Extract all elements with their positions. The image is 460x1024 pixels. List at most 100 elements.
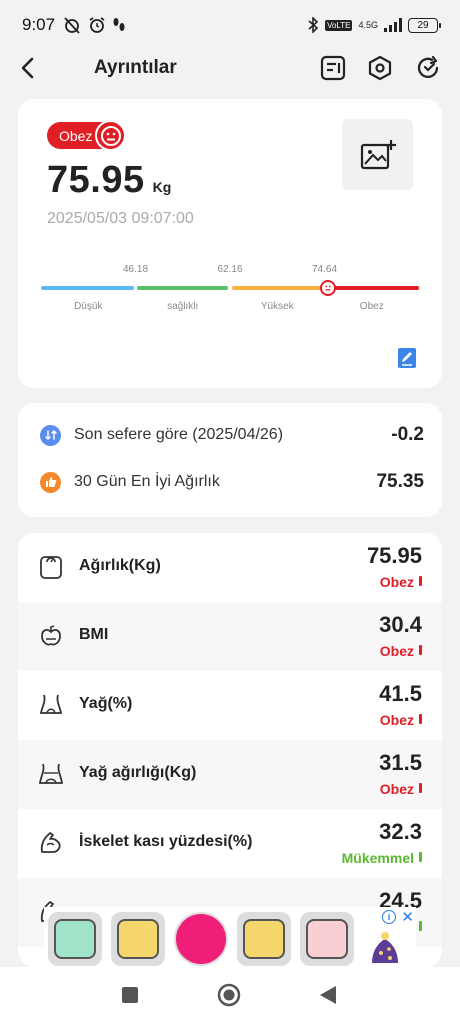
ad-close-icon[interactable]: ✕ [401,908,414,926]
metric-status-bar [419,783,422,793]
metric-status: Mükemmel [341,850,414,866]
add-photo-button[interactable] [342,119,413,190]
settings-button[interactable] [365,53,395,83]
steps-icon [113,18,125,31]
volte-indicator: VoLTE [325,19,353,31]
hexagon-settings-icon [368,55,392,81]
edit-icon [398,348,416,368]
muscle-icon [38,829,64,857]
bluetooth-icon [308,17,319,33]
ad-product-fill [243,919,285,959]
metric-label: BMI [79,626,109,643]
ad-product[interactable] [237,912,291,966]
compare-value: -0.2 [391,424,424,445]
battery-level: 29 [417,19,429,31]
report-icon [320,55,346,81]
refresh-icon [417,55,439,78]
metric-status-bar [419,921,422,931]
scale-segment-healthy [137,286,229,290]
nav-recents-button[interactable] [118,983,142,1007]
ad-product[interactable] [111,912,165,966]
battery-icon: 29 [408,17,441,33]
marker-face-icon [324,285,331,291]
scale-label: Yüksek [260,301,294,312]
refresh-button[interactable] [413,53,443,83]
alarm-icon [89,17,105,33]
scale-label: sağlıklı [167,301,199,312]
scale-marker [319,280,336,296]
metric-value: 31.5 [379,750,422,775]
metric-value: 30.4 [379,612,422,637]
alarm-off-icon [64,17,80,34]
nav-home-button[interactable] [217,983,241,1007]
metric-status: Obez [379,781,414,797]
metric-value: 41.5 [379,681,422,706]
metric-row-fat-weight[interactable]: Yağ ağırlığı(Kg) 31.5 Obez [18,740,442,809]
metric-status-bar [419,645,422,655]
compare-value: 75.35 [376,471,424,492]
scale-label: Düşük [74,301,103,312]
scale-threshold: 74.64 [311,264,338,275]
metric-row-fat[interactable]: Yağ(%) 41.5 Obez [18,671,442,740]
status-badge: Obez [47,120,127,151]
ad-info-icon[interactable]: i [382,910,396,924]
metric-status: Obez [379,643,414,659]
app-header: Ayrıntılar [0,50,460,86]
scale-label: Obez [359,301,384,312]
neutral-face-icon [95,120,127,151]
add-image-icon [360,139,396,169]
scale-segment-high [231,286,323,290]
circle-home-icon [217,983,241,1007]
bmi-icon [38,622,64,650]
metric-status: Obez [379,712,414,728]
ad-product-fill [117,919,159,959]
weight-scale: 46.18 62.16 74.64 Düşük sağlıklı Yüksek … [41,264,419,314]
scale-segment-obese [326,286,419,290]
back-arrow-icon [21,57,34,79]
metric-row-bmi[interactable]: BMI 30.4 Obez [18,602,442,671]
measurement-timestamp: 2025/05/03 09:07:00 [47,210,194,227]
fat-weight-icon [38,760,64,788]
metric-status-bar [419,576,422,586]
scale-threshold: 46.18 [122,264,149,275]
metric-label: Ağırlık(Kg) [79,557,161,574]
metric-label: İskelet kası yüzdesi(%) [79,833,253,850]
edit-button[interactable] [397,347,417,369]
thumbs-up-icon [40,471,61,493]
metric-value: 32.3 [379,819,422,844]
status-bar: 9:07 VoLTE 4.5G 29 [0,0,460,50]
metric-row-weight[interactable]: Ağırlık(Kg) 75.95 Obez [18,533,442,602]
ad-brand-logo [370,929,400,963]
ad-banner[interactable]: i ✕ [44,907,416,967]
scale-segment-low [41,286,134,290]
ad-product[interactable] [300,912,354,966]
metric-status-bar [419,852,422,862]
metric-value: 75.95 [366,543,422,568]
metrics-card: Ağırlık(Kg) 75.95 Obez BMI 30.4 Obez Yağ… [18,533,442,967]
metric-status: Obez [379,574,414,590]
back-button[interactable] [14,53,40,83]
network-type: 4.5G [358,19,378,30]
status-time: 9:07 [22,15,56,34]
comparison-card: Son sefere göre (2025/04/26) -0.2 30 Gün… [18,403,442,517]
system-nav-bar [0,967,460,1024]
compare-row-last[interactable]: Son sefere göre (2025/04/26) -0.2 [40,420,424,450]
summary-card: Obez 75.95 Kg 2025/05/03 09:07:00 46.18 … [18,99,442,388]
metric-label: Yağ ağırlığı(Kg) [79,764,197,781]
compare-icon [40,424,61,446]
weight-display: 75.95 Kg [47,159,171,202]
report-button[interactable] [318,53,348,83]
ad-product-fill [306,919,348,959]
square-icon [122,987,138,1003]
triangle-back-icon [320,986,336,1004]
nav-back-button[interactable] [316,983,340,1007]
ad-product[interactable] [48,912,102,966]
signal-icon [384,18,402,32]
body-fat-icon [38,691,64,719]
status-badge-label: Obez [59,127,93,144]
scale-threshold: 62.16 [217,264,243,275]
metric-row-muscle[interactable]: İskelet kası yüzdesi(%) 32.3 Mükemmel [18,809,442,878]
compare-row-best[interactable]: 30 Gün En İyi Ağırlık 75.35 [40,467,424,497]
ad-product[interactable] [174,912,228,966]
page-title: Ayrıntılar [94,57,177,78]
